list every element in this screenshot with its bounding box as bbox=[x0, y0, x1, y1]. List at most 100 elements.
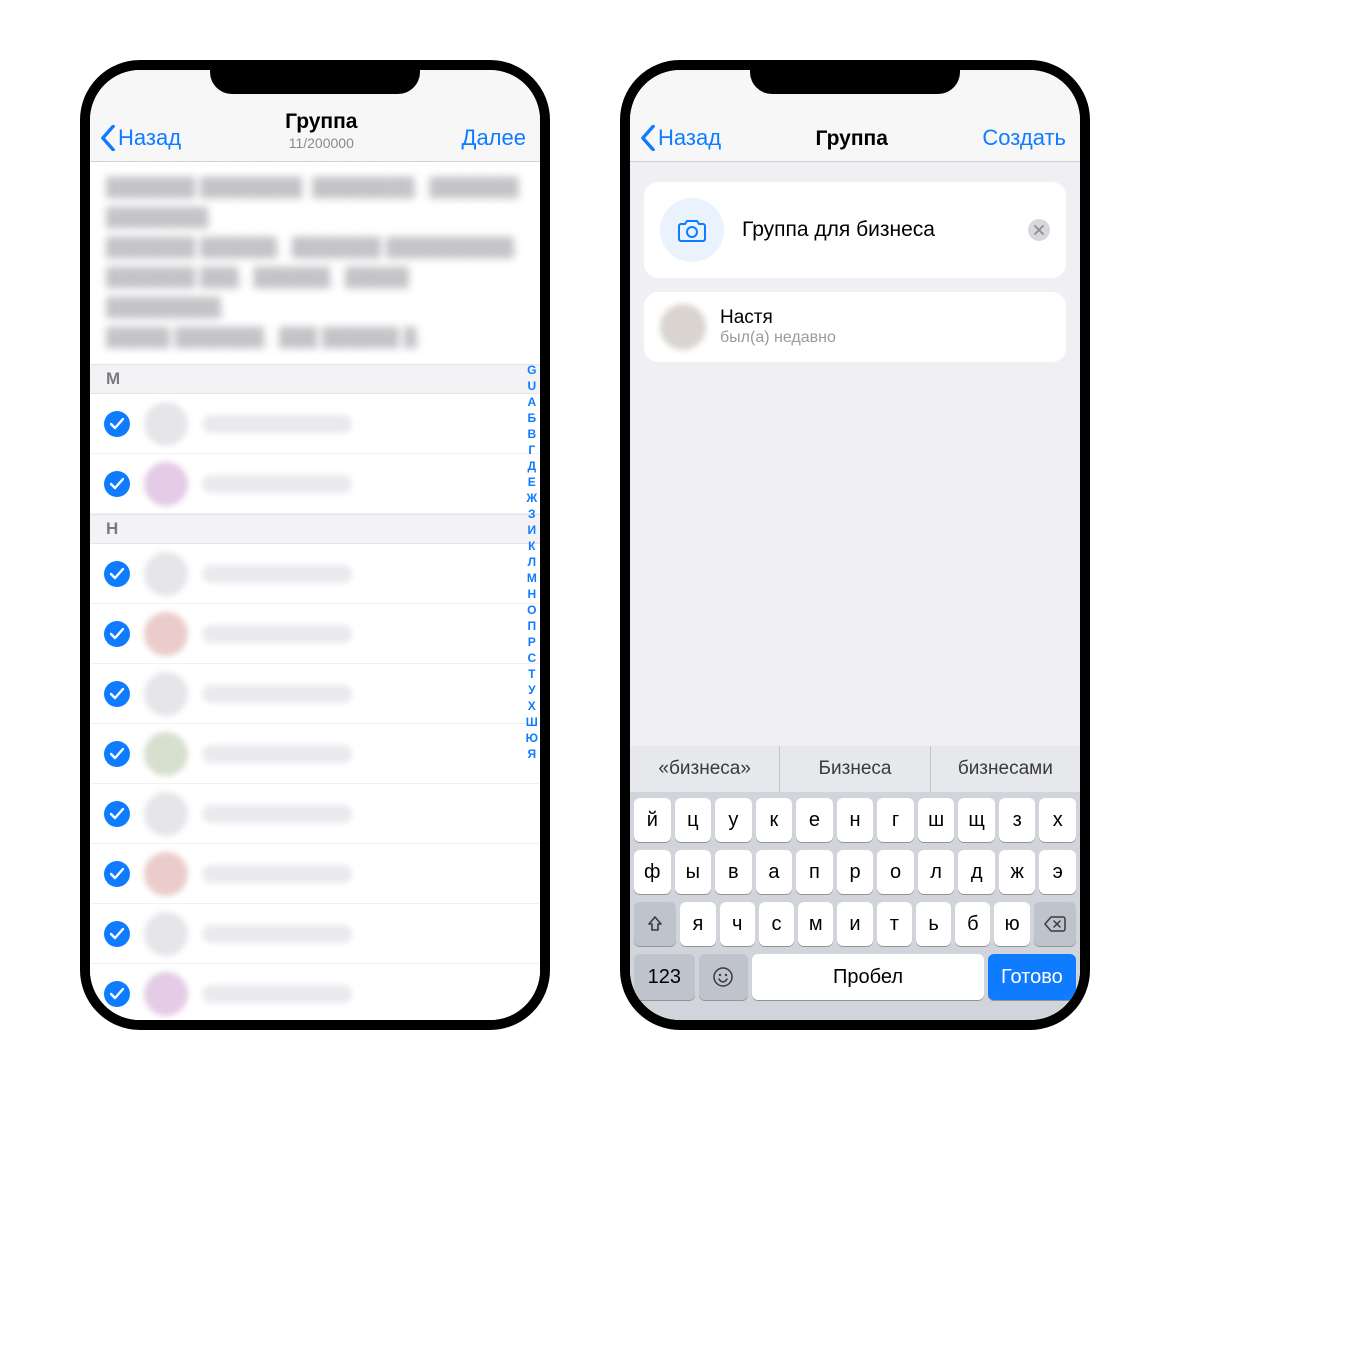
index-letter[interactable]: Ю bbox=[526, 730, 538, 746]
alpha-index[interactable]: GUAБВГДЕЖЗИКЛМНОПРСТУХШЮЯ bbox=[526, 362, 538, 762]
create-button[interactable]: Создать bbox=[982, 125, 1066, 151]
keyboard-key[interactable]: е bbox=[796, 798, 833, 842]
index-letter[interactable]: Г bbox=[528, 442, 535, 458]
contact-row[interactable] bbox=[90, 724, 540, 784]
keyboard-mode-key[interactable]: 123 bbox=[634, 954, 695, 1000]
keyboard-key[interactable]: ц bbox=[675, 798, 712, 842]
checkmark-icon[interactable] bbox=[104, 921, 130, 947]
index-letter[interactable]: С bbox=[527, 650, 536, 666]
checkmark-icon[interactable] bbox=[104, 681, 130, 707]
checkmark-icon[interactable] bbox=[104, 471, 130, 497]
contact-row[interactable] bbox=[90, 544, 540, 604]
contact-row[interactable] bbox=[90, 964, 540, 1020]
contact-list[interactable]: ███████ ████████ ████████, ███████ █████… bbox=[90, 162, 540, 1020]
keyboard-key[interactable]: у bbox=[715, 798, 752, 842]
index-letter[interactable]: Т bbox=[528, 666, 535, 682]
keyboard-done-key[interactable]: Готово bbox=[988, 954, 1076, 1000]
index-letter[interactable]: В bbox=[527, 426, 536, 442]
contact-row[interactable] bbox=[90, 784, 540, 844]
index-letter[interactable]: П bbox=[528, 618, 537, 634]
index-letter[interactable]: К bbox=[528, 538, 535, 554]
set-photo-button[interactable] bbox=[660, 198, 724, 262]
keyboard-key[interactable]: я bbox=[680, 902, 715, 946]
section-header: Н bbox=[90, 514, 540, 544]
keyboard-key[interactable]: ы bbox=[675, 850, 712, 894]
keyboard-key[interactable]: л bbox=[918, 850, 955, 894]
index-letter[interactable]: Ш bbox=[526, 714, 538, 730]
index-letter[interactable]: U bbox=[527, 378, 536, 394]
index-letter[interactable]: Я bbox=[528, 746, 537, 762]
keyboard-key[interactable]: м bbox=[798, 902, 833, 946]
keyboard-key[interactable]: г bbox=[877, 798, 914, 842]
keyboard-key[interactable]: ф bbox=[634, 850, 671, 894]
index-letter[interactable]: Х bbox=[528, 698, 536, 714]
index-letter[interactable]: О bbox=[527, 602, 536, 618]
contact-row[interactable] bbox=[90, 844, 540, 904]
checkmark-icon[interactable] bbox=[104, 861, 130, 887]
suggestion-bar: «бизнеса» Бизнеса бизнесами bbox=[630, 746, 1080, 792]
index-letter[interactable]: Д bbox=[528, 458, 537, 474]
keyboard-key[interactable]: и bbox=[837, 902, 872, 946]
next-button[interactable]: Далее bbox=[462, 125, 526, 151]
keyboard-key[interactable]: э bbox=[1039, 850, 1076, 894]
keyboard-key[interactable]: т bbox=[877, 902, 912, 946]
checkmark-icon[interactable] bbox=[104, 801, 130, 827]
keyboard-key[interactable]: д bbox=[958, 850, 995, 894]
index-letter[interactable]: И bbox=[528, 522, 537, 538]
keyboard-emoji-key[interactable] bbox=[699, 954, 749, 1000]
keyboard-key[interactable]: й bbox=[634, 798, 671, 842]
checkmark-icon[interactable] bbox=[104, 621, 130, 647]
index-letter[interactable]: Л bbox=[528, 554, 536, 570]
suggestion[interactable]: «бизнеса» bbox=[630, 746, 779, 792]
keyboard-key[interactable]: к bbox=[756, 798, 793, 842]
index-letter[interactable]: A bbox=[527, 394, 536, 410]
contact-row[interactable] bbox=[90, 664, 540, 724]
clear-input-button[interactable] bbox=[1028, 219, 1050, 241]
keyboard-key[interactable]: п bbox=[796, 850, 833, 894]
index-letter[interactable]: Н bbox=[527, 586, 536, 602]
checkmark-icon[interactable] bbox=[104, 981, 130, 1007]
checkmark-icon[interactable] bbox=[104, 741, 130, 767]
navbar: Назад Группа 11/200000 Далее bbox=[90, 70, 540, 162]
contact-row[interactable] bbox=[90, 904, 540, 964]
index-letter[interactable]: Е bbox=[528, 474, 536, 490]
back-button[interactable]: Назад bbox=[100, 125, 181, 151]
keyboard-key[interactable]: ш bbox=[918, 798, 955, 842]
index-letter[interactable]: З bbox=[528, 506, 536, 522]
suggestion[interactable]: бизнесами bbox=[930, 746, 1080, 792]
keyboard-key[interactable]: р bbox=[837, 850, 874, 894]
keyboard-key[interactable]: в bbox=[715, 850, 752, 894]
member-row[interactable]: Настя был(а) недавно bbox=[644, 292, 1066, 362]
index-letter[interactable]: У bbox=[528, 682, 535, 698]
keyboard-key[interactable]: н bbox=[837, 798, 874, 842]
keyboard-key[interactable]: с bbox=[759, 902, 794, 946]
keyboard-key[interactable]: а bbox=[756, 850, 793, 894]
checkmark-icon[interactable] bbox=[104, 561, 130, 587]
contact-row[interactable] bbox=[90, 454, 540, 514]
keyboard-key[interactable]: з bbox=[999, 798, 1036, 842]
index-letter[interactable]: G bbox=[527, 362, 536, 378]
keyboard-key[interactable]: б bbox=[955, 902, 990, 946]
index-letter[interactable]: М bbox=[527, 570, 537, 586]
index-letter[interactable]: Ж bbox=[526, 490, 537, 506]
keyboard-key[interactable]: х bbox=[1039, 798, 1076, 842]
keyboard-shift-key[interactable] bbox=[634, 902, 676, 946]
index-letter[interactable]: Б bbox=[528, 410, 537, 426]
keyboard-key[interactable]: ж bbox=[999, 850, 1036, 894]
keyboard-space-key[interactable]: Пробел bbox=[752, 954, 984, 1000]
keyboard-key[interactable]: ь bbox=[916, 902, 951, 946]
backspace-icon bbox=[1044, 916, 1066, 932]
back-button[interactable]: Назад bbox=[640, 125, 721, 151]
keyboard-key[interactable]: ю bbox=[994, 902, 1029, 946]
contact-name-blurred bbox=[202, 625, 352, 643]
contact-row[interactable] bbox=[90, 394, 540, 454]
group-name-input[interactable] bbox=[742, 218, 1018, 242]
keyboard-delete-key[interactable] bbox=[1034, 902, 1076, 946]
keyboard-key[interactable]: ч bbox=[720, 902, 755, 946]
index-letter[interactable]: Р bbox=[528, 634, 536, 650]
keyboard-key[interactable]: о bbox=[877, 850, 914, 894]
contact-row[interactable] bbox=[90, 604, 540, 664]
keyboard-key[interactable]: щ bbox=[958, 798, 995, 842]
suggestion[interactable]: Бизнеса bbox=[779, 746, 929, 792]
checkmark-icon[interactable] bbox=[104, 411, 130, 437]
